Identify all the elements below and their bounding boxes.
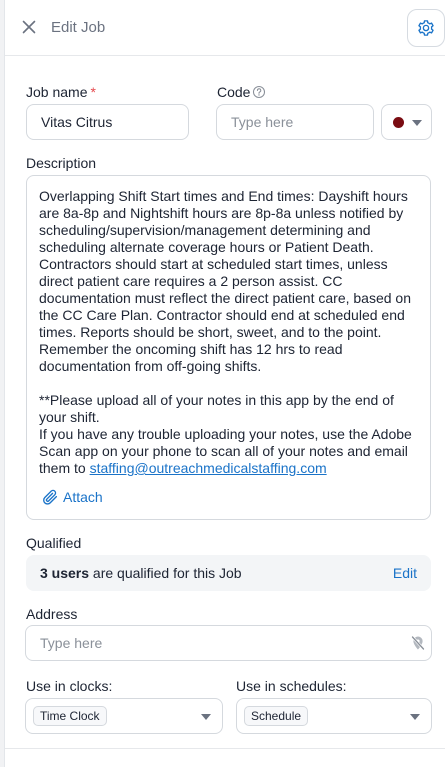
schedules-selected-chip: Schedule (244, 706, 309, 726)
chevron-down-icon (201, 714, 211, 720)
address-input[interactable] (25, 625, 432, 661)
schedules-select[interactable]: Schedule (236, 698, 432, 734)
clocks-select[interactable]: Time Clock (25, 698, 223, 734)
email-link[interactable]: staffing@outreachmedicalstaffing.com (90, 460, 327, 476)
description-textarea[interactable]: Overlapping Shift Start times and End ti… (26, 175, 431, 520)
location-off-icon[interactable] (410, 635, 426, 651)
address-label: Address (26, 606, 78, 622)
panel-header: Edit Job (5, 0, 445, 56)
chevron-down-icon (410, 714, 420, 720)
page-title: Edit Job (51, 19, 106, 36)
chevron-down-icon (412, 120, 422, 126)
code-input[interactable] (216, 104, 374, 140)
qualified-rest: are qualified for this Job (89, 565, 242, 581)
clocks-label: Use in clocks: (26, 678, 113, 694)
qualified-label: Qualified (26, 535, 82, 551)
color-picker-dropdown[interactable] (381, 104, 432, 140)
attach-label: Attach (63, 488, 103, 505)
selected-color-swatch (393, 117, 404, 128)
edit-job-panel: Edit Job Job name* Code Description Over… (4, 0, 445, 767)
paperclip-icon (43, 489, 58, 505)
close-icon (22, 20, 36, 34)
schedules-label: Use in schedules: (236, 678, 347, 694)
qualified-text: 3 users are qualified for this Job (40, 565, 242, 581)
job-name-label-text: Job name (26, 84, 88, 100)
description-label: Description (26, 155, 97, 171)
qualified-summary: 3 users are qualified for this Job Edit (26, 555, 431, 591)
qualified-edit-button[interactable]: Edit (393, 565, 417, 581)
gear-icon (418, 20, 434, 36)
required-mark: * (90, 84, 96, 100)
clocks-selected-chip: Time Clock (33, 706, 107, 726)
question-circle-icon[interactable] (252, 85, 266, 99)
job-name-input[interactable] (26, 104, 189, 140)
description-paragraph-1: Overlapping Shift Start times and End ti… (39, 188, 411, 374)
code-label: Code (217, 84, 251, 100)
close-button[interactable] (19, 17, 39, 37)
attach-button[interactable]: Attach (41, 488, 103, 506)
footer-divider (5, 748, 445, 749)
description-paragraph-2: **Please upload all of your notes in thi… (39, 392, 394, 425)
job-name-label: Job name * (26, 84, 96, 100)
qualified-count: 3 users (40, 565, 90, 581)
settings-button[interactable] (407, 9, 445, 47)
description-paragraph-3: If you have any trouble uploading your n… (39, 426, 418, 477)
